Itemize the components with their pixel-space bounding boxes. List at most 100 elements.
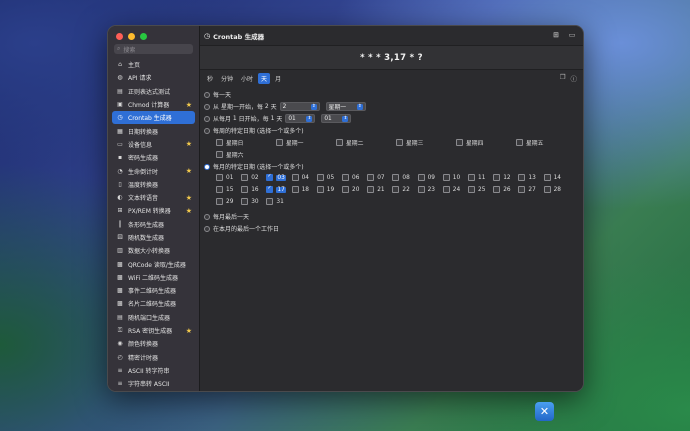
sidebar-item-15[interactable]: ▥ 数据大小转换器 bbox=[112, 244, 195, 257]
tab-1[interactable]: 分钟 bbox=[218, 73, 236, 84]
sidebar-item-22[interactable]: ◉ 颜色转换器 bbox=[112, 337, 195, 350]
checkbox-box[interactable] bbox=[316, 174, 324, 181]
radio-specific-day[interactable] bbox=[204, 163, 210, 170]
checkbox-box[interactable] bbox=[518, 174, 526, 181]
day-checkbox[interactable]: 28 bbox=[543, 186, 561, 193]
checkbox-box[interactable] bbox=[468, 174, 475, 181]
sidebar-item-5[interactable]: ◷ Crontab 生成器 bbox=[112, 111, 195, 125]
checkbox-box[interactable] bbox=[493, 186, 501, 193]
sidebar-item-11[interactable]: ◐ 文本转语音 ★ bbox=[112, 191, 195, 204]
day-checkbox[interactable]: 01 bbox=[216, 174, 233, 181]
favorite-star-icon[interactable]: ★ bbox=[186, 207, 192, 215]
checkbox-box[interactable] bbox=[396, 139, 403, 146]
day-checkbox[interactable]: 12 bbox=[493, 174, 511, 181]
weekday-checkbox[interactable]: 星期六 bbox=[216, 150, 243, 159]
checkbox-box[interactable] bbox=[392, 174, 400, 181]
option-from-date[interactable]: 从每月 1 日开始，每 1 天 01 ⇕ 01 ⇕ bbox=[204, 114, 354, 123]
dock-app-icon[interactable]: ✕ bbox=[535, 402, 554, 421]
minimize-window-button[interactable] bbox=[128, 33, 135, 40]
day-checkbox[interactable]: 29 bbox=[216, 198, 233, 205]
checkbox-box[interactable] bbox=[442, 174, 450, 181]
day-checkbox[interactable]: 31 bbox=[266, 198, 284, 205]
checkbox-box[interactable] bbox=[241, 198, 249, 205]
close-window-button[interactable] bbox=[116, 33, 123, 40]
checkbox-box[interactable] bbox=[266, 198, 274, 205]
checkbox-box[interactable] bbox=[468, 186, 475, 193]
date-interval-select[interactable]: 01 ⇕ bbox=[321, 114, 352, 123]
day-checkbox[interactable]: 16 bbox=[241, 186, 259, 193]
radio-from-weekday[interactable] bbox=[204, 103, 210, 110]
sidebar-item-18[interactable]: ▩ 事件二维码生成器 bbox=[112, 284, 195, 297]
checkbox-box[interactable] bbox=[367, 174, 375, 181]
sidebar-item-25[interactable]: ≡ 字符串转 ASCII bbox=[112, 377, 195, 390]
sidebar-item-19[interactable]: ▩ 名片二维码生成器 bbox=[112, 297, 195, 310]
checkbox-box[interactable] bbox=[417, 174, 425, 181]
option-specific-weekday[interactable]: 每周的特定日期 (选择一个或多个) bbox=[204, 126, 304, 135]
favorite-star-icon[interactable]: ★ bbox=[186, 194, 192, 202]
checkbox-box[interactable] bbox=[442, 186, 450, 193]
sidebar-item-4[interactable]: ▣ Chmod 计算器 ★ bbox=[112, 98, 195, 111]
zoom-window-button[interactable] bbox=[140, 33, 147, 40]
sidebar-item-23[interactable]: ◴ 精密计时器 bbox=[112, 351, 195, 364]
option-last-day[interactable]: 每月最后一天 bbox=[204, 212, 249, 221]
checkbox-box[interactable] bbox=[216, 151, 223, 158]
checkbox-box[interactable] bbox=[216, 198, 223, 205]
option-last-workday[interactable]: 在本月的最后一个工作日 bbox=[204, 224, 279, 233]
day-checkbox[interactable]: 23 bbox=[417, 186, 435, 193]
checkbox-box[interactable] bbox=[266, 185, 274, 193]
day-checkbox[interactable]: 11 bbox=[468, 174, 485, 181]
checkbox-box[interactable] bbox=[241, 186, 249, 193]
day-checkbox[interactable]: 15 bbox=[216, 186, 233, 193]
day-checkbox[interactable]: 18 bbox=[291, 186, 309, 193]
checkbox-box[interactable] bbox=[543, 186, 551, 193]
radio-from-date[interactable] bbox=[204, 115, 210, 122]
day-checkbox[interactable]: 06 bbox=[342, 174, 359, 181]
weekday-checkbox[interactable]: 星期一 bbox=[276, 138, 303, 147]
weekday-checkbox[interactable]: 星期五 bbox=[516, 138, 543, 147]
option-specific-day[interactable]: 每月的特定日期 (选择一个或多个) bbox=[204, 162, 304, 171]
day-checkbox[interactable]: 24 bbox=[442, 186, 460, 193]
day-checkbox[interactable]: 02 bbox=[241, 174, 259, 181]
sidebar-item-1[interactable]: ⌂ 主页 bbox=[112, 58, 195, 71]
weekday-checkbox[interactable]: 星期日 bbox=[216, 138, 243, 147]
day-checkbox[interactable]: 21 bbox=[367, 186, 385, 193]
sidebar-item-3[interactable]: ▤ 正则表达式测试 bbox=[112, 85, 195, 98]
radio-specific-weekday[interactable] bbox=[204, 127, 210, 134]
weekday-interval-select[interactable]: 2 ⇕ bbox=[279, 102, 320, 111]
checkbox-box[interactable] bbox=[367, 186, 375, 193]
checkbox-box[interactable] bbox=[342, 186, 349, 193]
day-checkbox[interactable]: 03 bbox=[266, 173, 286, 181]
tab-3[interactable]: 天 bbox=[258, 73, 271, 84]
day-checkbox[interactable]: 10 bbox=[442, 174, 460, 181]
weekday-checkbox[interactable]: 星期四 bbox=[456, 138, 483, 147]
day-checkbox[interactable]: 20 bbox=[342, 186, 359, 193]
day-checkbox[interactable]: 14 bbox=[543, 174, 561, 181]
day-checkbox[interactable]: 17 bbox=[266, 185, 286, 193]
weekday-start-select[interactable]: 星期一 ⇕ bbox=[325, 102, 366, 111]
sidebar-item-20[interactable]: ▤ 随机端口生成器 bbox=[112, 311, 195, 324]
option-from-weekday[interactable]: 从 星期一 开始，每 2 天 2 ⇕ 星期一 ⇕ bbox=[204, 102, 369, 111]
checkbox-box[interactable] bbox=[316, 186, 324, 193]
checkbox-box[interactable] bbox=[291, 174, 299, 181]
day-checkbox[interactable]: 05 bbox=[316, 174, 334, 181]
day-checkbox[interactable]: 25 bbox=[468, 186, 485, 193]
radio-every-day[interactable] bbox=[204, 91, 210, 98]
checkbox-box[interactable] bbox=[518, 186, 526, 193]
sidebar-item-2[interactable]: ◍ API 请求 bbox=[112, 71, 195, 84]
checkbox-box[interactable] bbox=[456, 139, 463, 146]
checkbox-box[interactable] bbox=[543, 174, 551, 181]
checkbox-box[interactable] bbox=[216, 139, 223, 146]
radio-last-day[interactable] bbox=[204, 213, 210, 220]
sidebar-item-12[interactable]: ⊞ PX/REM 转换器 ★ bbox=[112, 204, 195, 217]
tab-4[interactable]: 月 bbox=[272, 73, 284, 84]
checkbox-box[interactable] bbox=[291, 186, 299, 193]
tab-2[interactable]: 小时 bbox=[238, 73, 256, 84]
day-checkbox[interactable]: 19 bbox=[316, 186, 334, 193]
favorite-star-icon[interactable]: ★ bbox=[186, 167, 192, 175]
checkbox-box[interactable] bbox=[516, 139, 523, 146]
sidebar-item-7[interactable]: ▭ 设备信息 ★ bbox=[112, 138, 195, 151]
search-input[interactable]: ⌕ 搜索 bbox=[114, 44, 193, 54]
day-checkbox[interactable]: 26 bbox=[493, 186, 511, 193]
checkbox-box[interactable] bbox=[493, 174, 501, 181]
date-start-select[interactable]: 01 ⇕ bbox=[285, 114, 316, 123]
